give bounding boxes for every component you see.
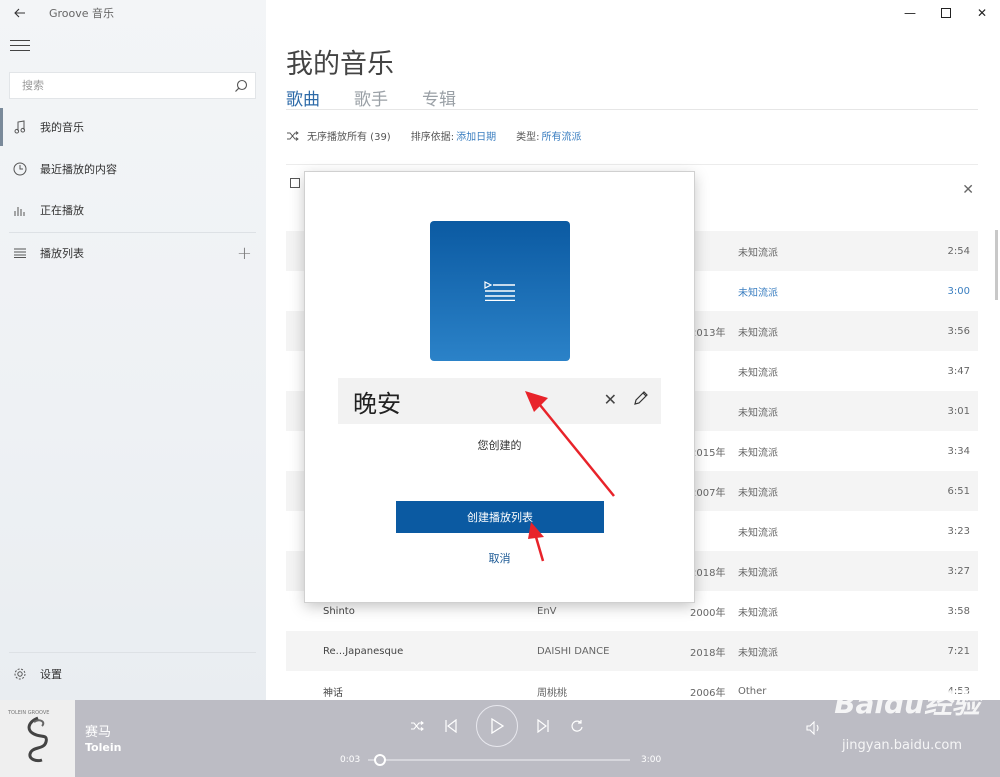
album-art[interactable]: TOLEIN GROOVE (0, 700, 75, 777)
next-button[interactable] (528, 706, 558, 746)
pencil-icon[interactable] (633, 390, 649, 410)
time-total: 3:00 (641, 755, 662, 765)
play-icon (491, 718, 504, 734)
time-current: 0:03 (340, 755, 361, 765)
cancel-button[interactable]: 取消 (305, 550, 694, 566)
play-button[interactable] (476, 705, 518, 747)
repeat-icon (571, 720, 583, 732)
create-playlist-button[interactable]: 创建播放列表 (396, 501, 604, 533)
create-playlist-dialog: ✕ 您创建的 创建播放列表 取消 (305, 172, 694, 602)
repeat-button[interactable] (562, 706, 592, 746)
next-icon (537, 719, 549, 733)
playlist-icon (484, 281, 515, 301)
baidu-watermark: Baidu经验 (834, 687, 980, 720)
album-art-text: TOLEIN GROOVE (8, 710, 50, 716)
creator-text: 您创建的 (477, 439, 522, 452)
clear-icon[interactable]: ✕ (604, 390, 617, 409)
dialog-overlay: ✕ 您创建的 创建播放列表 取消 (0, 0, 1000, 700)
previous-button[interactable] (436, 706, 466, 746)
shuffle-icon (411, 721, 424, 731)
progress-track[interactable] (368, 759, 630, 761)
previous-icon (445, 719, 457, 733)
playlist-name-field: ✕ (338, 378, 661, 424)
track-title[interactable]: 赛马 (85, 721, 111, 740)
dragon-image (27, 716, 48, 762)
playlist-name-input[interactable] (338, 387, 588, 415)
volume-icon (806, 720, 819, 736)
track-artist[interactable]: Tolein (85, 741, 121, 754)
playlist-cover (430, 221, 570, 361)
playback-controls (400, 705, 594, 747)
baidu-watermark-url: jingyan.baidu.com (842, 738, 962, 753)
shuffle-button[interactable] (402, 706, 432, 746)
volume-button[interactable] (806, 720, 822, 739)
progress-thumb[interactable] (374, 754, 386, 766)
